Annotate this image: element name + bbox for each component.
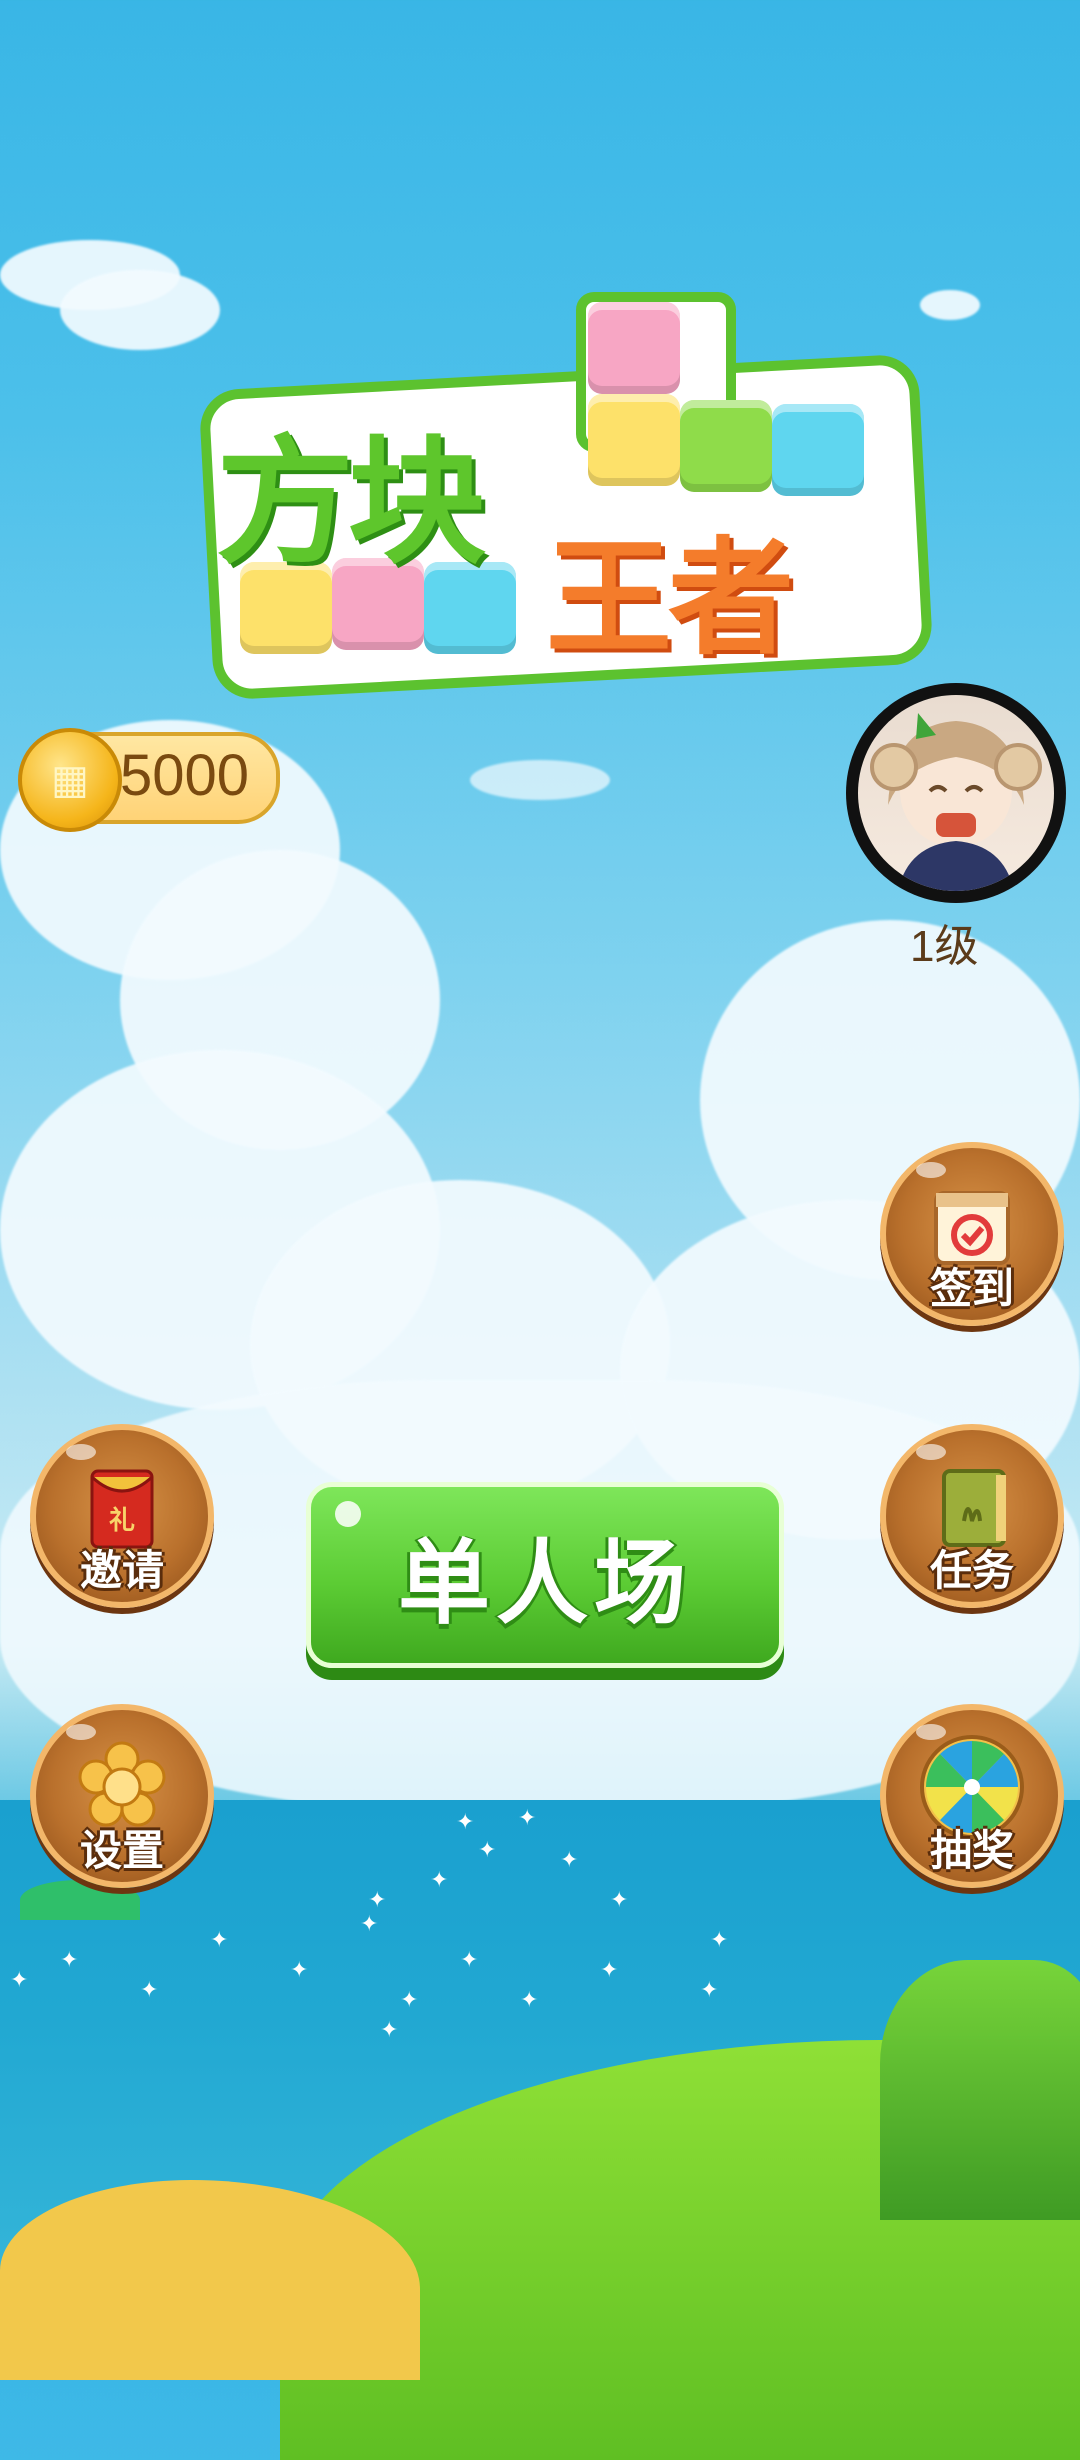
- settings-button[interactable]: 设置: [30, 1704, 214, 1888]
- single-player-button[interactable]: 单人场: [306, 1482, 784, 1668]
- coin-value: 5000: [120, 743, 250, 808]
- coin-icon: ▦: [18, 728, 122, 832]
- tasks-button[interactable]: 任务: [880, 1424, 1064, 1608]
- checkin-label: 签到: [929, 1264, 1014, 1313]
- game-logo: 方块 王者: [196, 282, 934, 701]
- logo-title-line2: 王者: [546, 525, 794, 672]
- settings-label: 设置: [79, 1826, 164, 1875]
- player-level: 1级: [910, 922, 979, 971]
- single-player-label: 单人场: [397, 1529, 692, 1637]
- lottery-label: 抽奖: [929, 1826, 1014, 1875]
- checkin-button[interactable]: 签到: [880, 1142, 1064, 1326]
- lottery-button[interactable]: 抽奖: [880, 1704, 1064, 1888]
- avatar-image: [858, 695, 1054, 891]
- svg-text:礼: 礼: [109, 1505, 135, 1536]
- logo-title-line1: 方块: [216, 422, 486, 583]
- invite-label: 邀请: [79, 1546, 164, 1595]
- invite-button[interactable]: 礼 邀请: [30, 1424, 214, 1608]
- tasks-label: 任务: [929, 1546, 1014, 1595]
- player-avatar[interactable]: [846, 683, 1066, 903]
